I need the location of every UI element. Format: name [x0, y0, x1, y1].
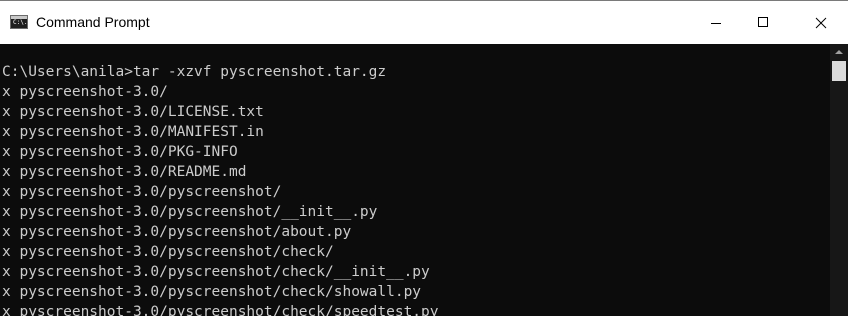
scrollbar-thumb[interactable] — [832, 61, 846, 81]
scroll-up-button[interactable] — [830, 44, 848, 60]
terminal-line: x pyscreenshot-3.0/PKG-INFO — [2, 144, 238, 160]
close-button[interactable] — [798, 1, 844, 44]
chevron-up-icon — [835, 50, 843, 54]
maximize-button[interactable] — [740, 1, 786, 44]
minimize-icon — [711, 23, 721, 24]
terminal-line: x pyscreenshot-3.0/pyscreenshot/check/sp… — [2, 304, 439, 316]
vertical-scrollbar[interactable] — [830, 44, 848, 316]
terminal-line: x pyscreenshot-3.0/README.md — [2, 164, 247, 180]
title-bar[interactable]: C:\. Command Prompt — [0, 0, 848, 44]
terminal-line: x pyscreenshot-3.0/pyscreenshot/__init__… — [2, 204, 378, 220]
command-prompt-icon[interactable]: C:\. — [10, 15, 28, 29]
terminal-line: x pyscreenshot-3.0/pyscreenshot/ — [2, 184, 282, 200]
terminal-line: x pyscreenshot-3.0/ — [2, 84, 168, 100]
terminal-line: x pyscreenshot-3.0/pyscreenshot/check/sh… — [2, 284, 422, 300]
terminal-line: x pyscreenshot-3.0/pyscreenshot/about.py — [2, 224, 352, 240]
terminal-line: x pyscreenshot-3.0/MANIFEST.in — [2, 124, 264, 140]
terminal-line: x pyscreenshot-3.0/LICENSE.txt — [2, 104, 264, 120]
command-prompt-window: C:\. Command Prompt C:\Users\anila>tar -… — [0, 0, 848, 316]
minimize-button[interactable] — [693, 1, 739, 44]
terminal-line: x pyscreenshot-3.0/pyscreenshot/check/__… — [2, 264, 430, 280]
maximize-icon — [758, 17, 768, 27]
terminal-output[interactable]: C:\Users\anila>tar -xzvf pyscreenshot.ta… — [0, 44, 830, 316]
terminal-line: C:\Users\anila>tar -xzvf pyscreenshot.ta… — [2, 64, 387, 80]
close-icon — [815, 17, 827, 29]
terminal-line: x pyscreenshot-3.0/pyscreenshot/check/ — [2, 244, 334, 260]
window-title: Command Prompt — [36, 14, 150, 30]
icon-text: C:\. — [13, 19, 28, 26]
